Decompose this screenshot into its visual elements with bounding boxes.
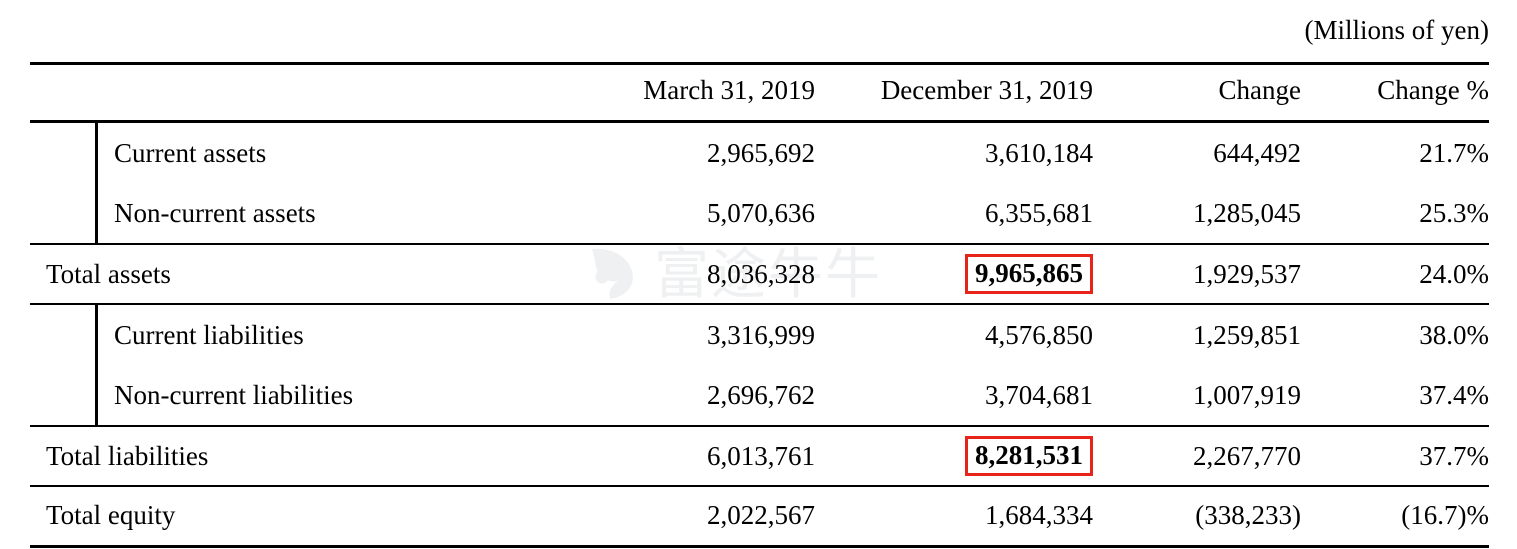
row-label: Non-current assets — [114, 197, 316, 228]
cell-change-pct: 37.7% — [1309, 425, 1489, 486]
cell-change: 1,259,851 — [1101, 303, 1309, 365]
column-header-change: Change — [1101, 62, 1309, 122]
row-label: Current liabilities — [114, 319, 304, 350]
row-label-cell: Non-current assets — [30, 183, 578, 244]
row-label-cell: Non-current liabilities — [30, 365, 578, 426]
units-caption: (Millions of yen) — [1304, 15, 1489, 45]
cell-change-pct: 37.4% — [1419, 379, 1489, 410]
cell-prev: 2,022,567 — [578, 485, 823, 548]
row-label: Non-current liabilities — [114, 379, 354, 410]
table-row-total-equity: Total equity 2,022,567 1,684,334 (338,23… — [30, 485, 1489, 548]
cell-change-pct: 38.0% — [1309, 303, 1489, 365]
cell-change-pct: 21.7% — [1309, 120, 1489, 183]
cell-change-pct: 24.0% — [1309, 243, 1489, 304]
column-header-current: December 31, 2019 — [823, 62, 1101, 122]
cell-prev: 3,316,999 — [578, 303, 823, 365]
column-header-label — [30, 62, 578, 122]
cell-current-highlighted: 8,281,531 — [823, 425, 1101, 486]
cell-current: 3,704,681 — [985, 379, 1093, 410]
row-label-cell: Current liabilities — [30, 303, 578, 365]
cell-current: 6,355,681 — [985, 197, 1093, 228]
cell-prev: 2,696,762 — [707, 379, 815, 410]
cell-change: 1,285,045 — [1193, 197, 1301, 228]
row-label: Total assets — [30, 243, 578, 304]
cell-change: 1,929,537 — [1101, 243, 1309, 304]
cell-prev: 8,036,328 — [578, 243, 823, 304]
balance-sheet-table: March 31, 2019 December 31, 2019 Change … — [30, 62, 1489, 548]
cell-change: (338,233) — [1101, 485, 1309, 548]
cell-prev: 2,965,692 — [578, 120, 823, 183]
highlight-box: 9,965,865 — [965, 254, 1093, 294]
highlight-box: 8,281,531 — [965, 436, 1093, 476]
balance-sheet-page: (Millions of yen) 富途牛牛 March 31, 2019 De… — [0, 0, 1517, 549]
column-header-change-pct: Change % — [1309, 62, 1489, 122]
cell-current: 3,610,184 — [823, 120, 1101, 183]
row-label: Total equity — [30, 485, 578, 548]
table-row-total-liabilities: Total liabilities 6,013,761 8,281,531 2,… — [30, 425, 1489, 486]
cell-current: 1,684,334 — [823, 485, 1101, 548]
cell-change: 644,492 — [1101, 120, 1309, 183]
cell-change: 2,267,770 — [1101, 425, 1309, 486]
table-row: Non-current liabilities 2,696,762 3,704,… — [30, 365, 1489, 426]
table-row: Non-current assets 5,070,636 6,355,681 1… — [30, 183, 1489, 244]
cell-prev: 5,070,636 — [707, 197, 815, 228]
table-header-row: March 31, 2019 December 31, 2019 Change … — [30, 62, 1489, 122]
table-row: Current liabilities 3,316,999 4,576,850 … — [30, 303, 1489, 365]
cell-change: 1,007,919 — [1193, 379, 1301, 410]
row-label-cell: Current assets — [30, 120, 578, 183]
column-header-prev: March 31, 2019 — [578, 62, 823, 122]
row-label: Total liabilities — [30, 425, 578, 486]
cell-prev: 6,013,761 — [578, 425, 823, 486]
table-row-total-assets: Total assets 8,036,328 9,965,865 1,929,5… — [30, 243, 1489, 304]
cell-change-pct: 25.3% — [1419, 197, 1489, 228]
row-label: Current assets — [114, 137, 267, 168]
cell-current: 4,576,850 — [823, 303, 1101, 365]
cell-current-highlighted: 9,965,865 — [823, 243, 1101, 304]
table-row: Current assets 2,965,692 3,610,184 644,4… — [30, 120, 1489, 183]
cell-change-pct: (16.7)% — [1309, 485, 1489, 548]
